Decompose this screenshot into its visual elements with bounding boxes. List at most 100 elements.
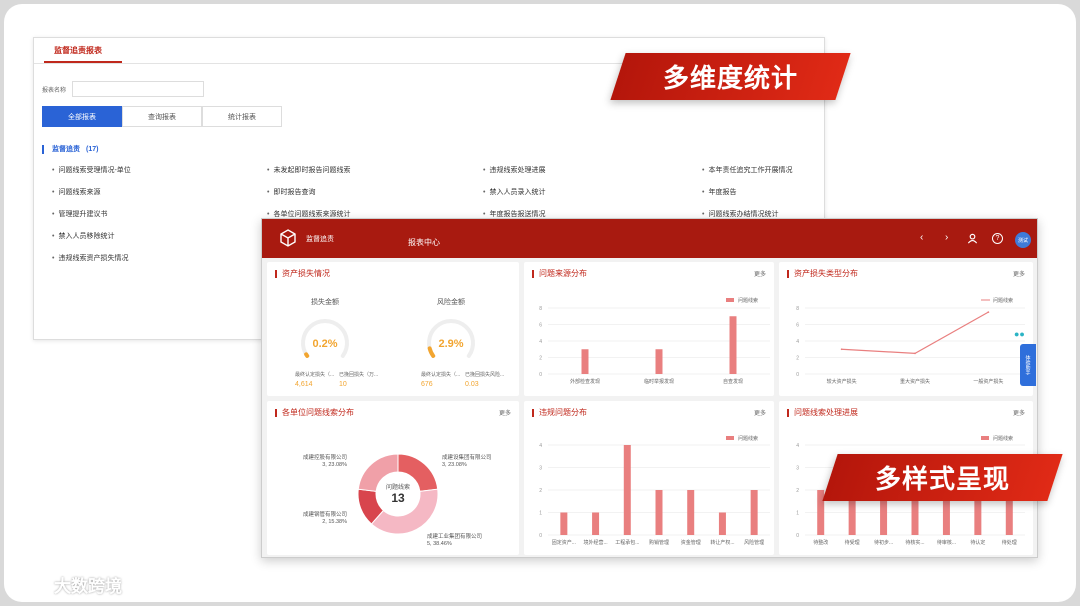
report-link[interactable]: 管理提升建议书 <box>52 209 107 219</box>
x-tick-label: 工程承包... <box>615 539 639 546</box>
x-tick-label: 自查发现 <box>723 378 743 385</box>
y-tick-label: 2 <box>796 356 799 362</box>
search-label: 报表名称 <box>42 87 67 94</box>
x-tick-label: 待核实... <box>905 539 924 546</box>
y-tick-label: 2 <box>539 356 542 362</box>
watermark: 大数跨境 <box>12 572 122 597</box>
x-tick-label: 重大资产损失 <box>900 378 930 385</box>
report-link[interactable]: 违规线索处理进展 <box>483 165 545 175</box>
all-reports-button[interactable]: 全部报表 <box>42 106 122 127</box>
x-tick-label: 风险管理 <box>744 539 764 546</box>
x-tick-label: 资金管理 <box>681 539 701 546</box>
search-input[interactable] <box>72 81 205 97</box>
users-icon[interactable] <box>967 233 978 244</box>
issue-source-chart: 0 2 4 6 8 问题线索外部检查发现 临时举报发现 自查发现 <box>539 297 770 385</box>
donut-center-label: 问题线索 <box>386 483 410 491</box>
bar <box>592 512 600 535</box>
bar <box>718 512 726 535</box>
x-tick-label: 一般资产损失 <box>973 378 1003 385</box>
violation-chart: 0 1 2 3 4 问题线索固定资产... 境外经营... 工程承包... 购销管理 资金管理 转让… <box>539 435 770 546</box>
issue-source-panel: 问题来源分布 更多 0 2 4 6 8 问题线索 外部检查发现 临时举报发现 自查发现 <box>524 262 774 396</box>
y-tick-label: 0 <box>796 533 799 539</box>
slice-value: 3, 23.08% <box>322 462 347 468</box>
x-tick-label: 待审核... <box>937 539 956 546</box>
asset-loss-type-chart: 0 2 4 6 8 问题线索较大资产损失 重大资产损失 一般资产损失 <box>796 297 1025 385</box>
banner-multi-style: 多样式呈现 <box>822 454 1063 501</box>
filter-button-group: 全部报表 查询报表 统计报表 <box>42 106 282 127</box>
report-link[interactable]: 禁入人员录入统计 <box>483 187 545 197</box>
y-tick-label: 4 <box>796 339 799 345</box>
data-point <box>987 311 990 314</box>
legend-label: 问题线索 <box>738 297 758 304</box>
assistant-tab[interactable]: 体验助手 <box>1020 344 1036 386</box>
y-tick-label: 4 <box>539 443 542 449</box>
x-tick-label: 较大资产损失 <box>827 378 857 385</box>
legend-label: 问题线索 <box>993 297 1013 304</box>
query-reports-button[interactable]: 查询报表 <box>122 106 202 127</box>
slice-label: 成建控股有限公司 <box>303 453 347 461</box>
bar <box>655 349 663 374</box>
report-link[interactable]: 未发起即时报告问题线索 <box>267 165 350 175</box>
y-tick-label: 4 <box>539 339 542 345</box>
x-tick-label: 待认定 <box>970 539 985 546</box>
assistant-bubble-icon[interactable]: ●● <box>1014 329 1025 339</box>
legend: 问题线索 <box>981 435 1013 442</box>
report-link[interactable]: 即时报告查询 <box>267 187 315 197</box>
series-line <box>841 311 989 354</box>
legend: 问题线索 <box>981 297 1013 304</box>
x-tick-label: 购销管理 <box>649 539 669 546</box>
bar <box>687 490 695 535</box>
report-link[interactable]: 违规线索资产损失情况 <box>52 253 128 263</box>
gauge-stat-value: 4,614 <box>295 381 313 388</box>
y-tick-label: 4 <box>796 443 799 449</box>
report-link[interactable]: 禁入人员移除统计 <box>52 231 114 241</box>
y-tick-label: 3 <box>539 466 542 472</box>
legend-swatch <box>726 298 734 302</box>
report-link[interactable]: 问题线索来源 <box>52 187 100 197</box>
help-icon[interactable]: ? <box>992 233 1003 244</box>
x-tick-label: 待初步... <box>874 539 893 546</box>
banner-multi-dimension: 多维度统计 <box>610 53 851 100</box>
violation-panel: 违规问题分布 更多 0 1 2 3 4 问题线索 固定资产... 境外经营... 工程承包...… <box>524 401 774 555</box>
stats-reports-button[interactable]: 统计报表 <box>202 106 282 127</box>
next-arrow-icon[interactable]: › <box>945 232 948 243</box>
gauge-value: 0.2% <box>312 338 337 350</box>
slice-value: 3, 23.08% <box>442 462 467 468</box>
tab-supervision-reports[interactable]: 监督追责报表 <box>54 45 102 56</box>
banner-multi-style-text: 多样式呈现 <box>874 465 1010 495</box>
x-tick-label: 外部检查发现 <box>570 378 600 385</box>
avatar[interactable]: 测试 <box>1015 232 1031 248</box>
y-tick-label: 6 <box>796 323 799 329</box>
bar <box>729 316 737 374</box>
y-tick-label: 0 <box>796 372 799 378</box>
legend: 问题线索 <box>726 435 758 442</box>
data-point <box>914 352 916 355</box>
report-link[interactable]: 年度报告 <box>702 187 736 197</box>
section-title: 监督追责 (17) <box>42 144 98 154</box>
y-tick-label: 8 <box>796 306 799 312</box>
gauge-stat-value: 10 <box>339 381 347 388</box>
donut-center-value: 13 <box>391 491 405 505</box>
y-tick-label: 6 <box>539 323 542 329</box>
section-count: (17) <box>86 145 99 153</box>
gauge-value: 2.9% <box>438 338 463 350</box>
asset-loss-panel: 资产损失情况 损失金额 0.2% 最终认定损失（... 4,614 已挽回损失（万...… <box>267 262 519 396</box>
x-tick-label: 固定资产... <box>552 539 576 546</box>
y-tick-label: 8 <box>539 306 542 312</box>
bar <box>623 445 631 535</box>
bar <box>560 512 568 535</box>
section-title-text: 监督追责 <box>52 146 80 153</box>
prev-arrow-icon[interactable]: ‹ <box>920 232 923 243</box>
x-tick-label: 转让产权... <box>710 539 734 546</box>
gauge-stat-label: 已挽回损失（万... <box>339 371 378 378</box>
legend: 问题线索 <box>726 297 758 304</box>
report-link[interactable]: 问题线索受理情况-单位 <box>52 165 130 175</box>
x-tick-label: 临时举报发现 <box>644 378 674 385</box>
legend-swatch <box>726 436 734 440</box>
report-link[interactable]: 本年责任追究工作开展情况 <box>702 165 792 175</box>
page-title: 报表中心 <box>408 238 440 247</box>
legend-swatch <box>981 436 989 440</box>
y-tick-label: 1 <box>796 511 799 517</box>
slice-label: 成建钢管有限公司 <box>303 510 347 518</box>
watermark-logo-icon <box>13 577 49 592</box>
